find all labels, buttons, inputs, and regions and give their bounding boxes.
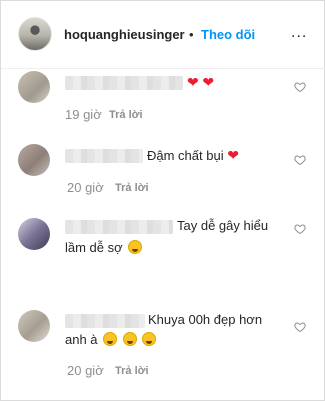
commenter-name-redacted xyxy=(65,314,145,328)
winking-face-emoji xyxy=(103,332,118,346)
red-heart-emoji: ❤ xyxy=(227,147,239,163)
reply-button[interactable]: Trả lời xyxy=(115,365,149,377)
comment-text: lầm dễ sợ xyxy=(65,239,143,257)
comment-item: Khuya 00h đẹp hơn anh à 20 giờ Trả lời xyxy=(1,307,325,397)
comment-item: Tay dễ gây hiểu lầm dễ sợ xyxy=(1,213,325,291)
commenter-avatar[interactable] xyxy=(18,218,50,250)
comment-timestamp: 20 giờ xyxy=(67,363,104,378)
heart-outline-icon[interactable] xyxy=(294,223,306,235)
comment-text-line2: anh à xyxy=(65,332,98,347)
tongue-face-emoji xyxy=(122,332,137,346)
comment-text: ❤ ❤ xyxy=(187,73,214,92)
comment-timestamp: 19 giờ xyxy=(65,107,102,122)
profile-username[interactable]: hoquanghieusinger xyxy=(64,27,185,42)
commenter-name-redacted xyxy=(65,149,143,163)
heart-outline-icon[interactable] xyxy=(294,81,306,93)
follow-button[interactable]: Theo dõi xyxy=(201,27,255,42)
comments-panel: hoquanghieusinger • Theo dõi ... ❤ ❤ 19 … xyxy=(0,0,325,401)
heart-outline-icon[interactable] xyxy=(294,321,306,333)
comment-text: Đậm chất bụi ❤ xyxy=(147,146,239,165)
commenter-name-redacted xyxy=(65,220,173,234)
commenter-name-redacted xyxy=(65,76,183,90)
comment-text-line1: Khuya 00h đẹp hơn xyxy=(148,312,263,327)
comment-item: ❤ ❤ 19 giờ Trả lời xyxy=(1,69,325,131)
header-separator: • xyxy=(189,27,194,42)
commenter-avatar[interactable] xyxy=(18,71,50,103)
grinning-sweat-face-emoji xyxy=(142,332,157,346)
comment-timestamp: 20 giờ xyxy=(67,180,104,195)
commenter-avatar[interactable] xyxy=(18,144,50,176)
comment-item: Đậm chất bụi ❤ 20 giờ Trả lời xyxy=(1,141,325,203)
red-heart-emoji: ❤ xyxy=(202,74,215,90)
comment-text-content: Đậm chất bụi xyxy=(147,148,224,163)
comment-text-line2: lầm dễ sợ xyxy=(65,240,123,255)
post-header: hoquanghieusinger • Theo dõi ... xyxy=(1,1,325,69)
more-options-icon[interactable]: ... xyxy=(291,24,307,42)
profile-avatar[interactable] xyxy=(18,17,52,51)
red-heart-emoji: ❤ xyxy=(187,74,199,90)
reply-button[interactable]: Trả lời xyxy=(115,182,149,194)
heart-outline-icon[interactable] xyxy=(294,154,306,166)
reply-button[interactable]: Trả lời xyxy=(109,109,143,121)
comment-text: anh à xyxy=(65,331,157,349)
comment-text-line1: Tay dễ gây hiểu xyxy=(177,218,269,233)
laughing-face-emoji xyxy=(128,240,143,254)
commenter-avatar[interactable] xyxy=(18,310,50,342)
